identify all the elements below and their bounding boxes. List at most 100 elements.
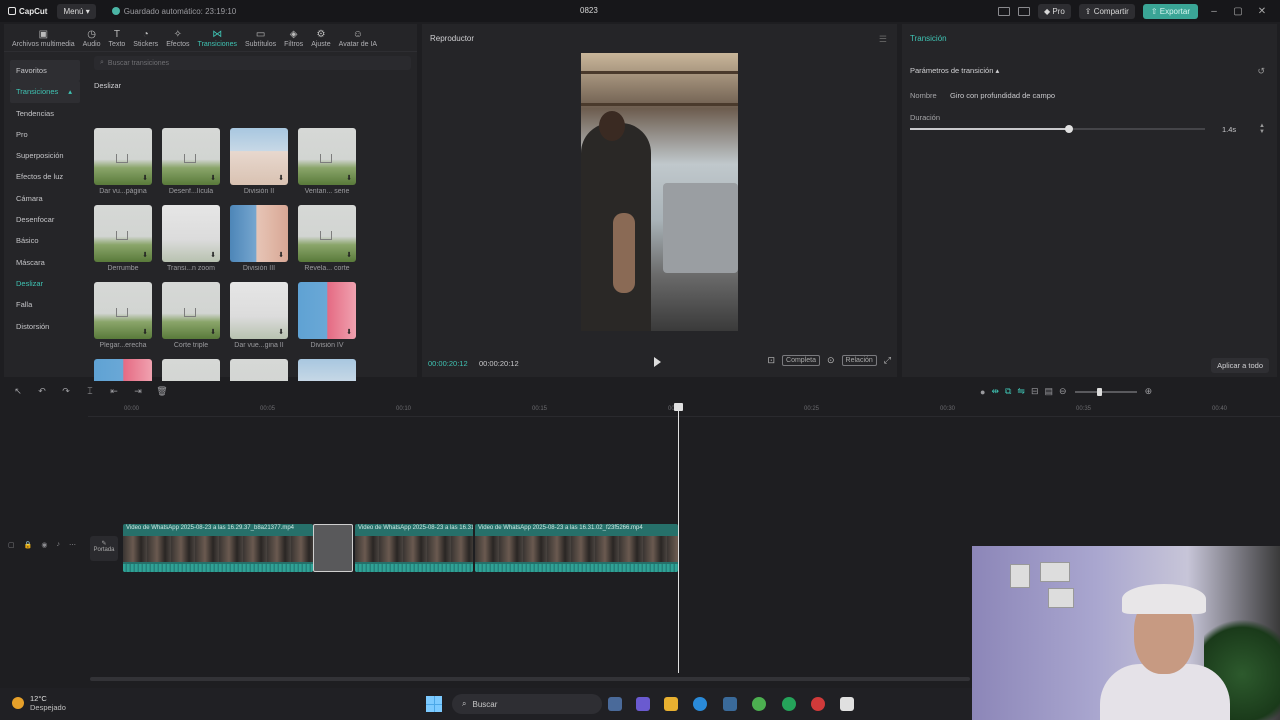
video-clip[interactable]: Video de WhatsApp 2025-08-23 a las 16.31… <box>355 524 473 572</box>
snapshot-icon[interactable]: ⊙ <box>827 355 835 366</box>
category-item[interactable]: Deslizar <box>4 273 86 294</box>
zoom-fit-icon[interactable]: ⊕ <box>1145 386 1153 397</box>
category-item[interactable]: Efectos de luz <box>4 166 86 187</box>
capcut-taskbar-icon[interactable] <box>840 697 854 711</box>
time-ruler[interactable]: 00:0000:0500:1000:1500:2000:2500:3000:35… <box>88 403 1280 417</box>
visibility-icon[interactable]: ◉ <box>41 541 47 549</box>
download-icon[interactable]: ⬇ <box>209 252 217 260</box>
full-quality-button[interactable]: Completa <box>782 355 820 366</box>
playhead[interactable] <box>678 405 679 673</box>
link-icon[interactable]: ⇋ <box>1017 386 1025 397</box>
video-clip[interactable]: Video de WhatsApp 2025-08-23 a las 16.29… <box>123 524 313 572</box>
zoom-slider-knob[interactable] <box>1096 387 1102 396</box>
file-explorer-icon[interactable] <box>664 697 678 711</box>
category-item[interactable]: Favoritos <box>10 60 80 82</box>
app-icon[interactable] <box>811 697 825 711</box>
tab-transition[interactable]: Transición <box>910 34 947 43</box>
maximize-icon[interactable]: ▢ <box>1230 6 1246 17</box>
audio-icon[interactable]: ♪ <box>56 541 60 549</box>
microphone-icon[interactable]: ● <box>980 387 985 397</box>
download-icon[interactable]: ⬇ <box>141 175 149 183</box>
timeline-scrollbar[interactable] <box>90 677 970 681</box>
download-icon[interactable]: ⬇ <box>345 252 353 260</box>
transition-thumbnail[interactable]: ⬇ Ventan... serie <box>298 128 356 205</box>
download-icon[interactable]: ⬇ <box>209 329 217 337</box>
duration-slider[interactable] <box>910 125 1205 133</box>
category-item[interactable]: Desenfocar <box>4 209 86 230</box>
play-button[interactable] <box>654 357 661 367</box>
edge-icon[interactable] <box>693 697 707 711</box>
share-button[interactable]: ⇪ Compartir <box>1078 3 1135 19</box>
split-icon[interactable]: ⌶ <box>80 386 100 397</box>
tab-adjust[interactable]: ⚙ Ajuste <box>307 29 334 51</box>
taskbar-search[interactable]: ⌕ Buscar <box>452 694 602 714</box>
zoom-slider[interactable] <box>1074 387 1137 396</box>
redo-icon[interactable]: ↷ <box>56 386 76 397</box>
video-clip[interactable]: Video de WhatsApp 2025-08-23 a las 16.31… <box>475 524 678 572</box>
duration-value[interactable]: 1.4s <box>1222 125 1236 134</box>
tab-filters[interactable]: ◈ Filtros <box>280 29 307 51</box>
select-tool-icon[interactable]: ↖ <box>8 386 28 397</box>
tab-text[interactable]: T Texto <box>105 29 130 51</box>
transition-thumbnail[interactable]: ⬇ División IV <box>298 282 356 359</box>
store-icon[interactable] <box>723 697 737 711</box>
zoom-out-icon[interactable]: ⊖ <box>1059 386 1067 397</box>
search-input[interactable]: ⌕ Buscar transiciones <box>94 56 411 70</box>
transition-thumbnail[interactable]: ⬇ Corte triple <box>162 282 220 359</box>
category-item[interactable]: Máscara <box>4 252 86 273</box>
transition-thumbnail[interactable]: ⬇ Desenf...lícula <box>162 128 220 205</box>
transition-thumbnail[interactable]: ⬇ Plegar...erecha <box>94 282 152 359</box>
menu-button[interactable]: Menú ▾ <box>57 3 96 19</box>
transition-thumbnail[interactable]: ⬇ División II <box>230 128 288 205</box>
pro-button[interactable]: ◆ Pro <box>1037 3 1071 19</box>
transition-thumbnail[interactable]: ⬇ Dar vue...gina II <box>230 282 288 359</box>
delete-icon[interactable]: 🗑 <box>152 386 172 397</box>
category-item[interactable]: Cámara <box>4 188 86 209</box>
copilot-icon[interactable] <box>636 697 650 711</box>
track-cover-icon[interactable]: ▢ <box>8 541 15 549</box>
download-icon[interactable]: ⬇ <box>209 175 217 183</box>
player-menu-icon[interactable]: ☰ <box>879 34 887 45</box>
download-icon[interactable]: ⬇ <box>345 329 353 337</box>
category-item[interactable]: Superposición <box>4 145 86 166</box>
ratio-button[interactable]: Relación <box>841 355 877 366</box>
cover-button[interactable]: ✎ Portada <box>90 536 118 561</box>
captions-icon[interactable]: ▤ <box>1045 386 1054 397</box>
transition-thumbnail[interactable]: ⬇ Transi...n zoom <box>162 205 220 282</box>
tab-transitions[interactable]: ⋈ Transiciones <box>194 29 241 51</box>
start-icon[interactable] <box>426 696 442 712</box>
reset-icon[interactable]: ↺ <box>1257 66 1265 77</box>
transition-thumbnail[interactable]: ⬇ Dar vu...página <box>94 128 152 205</box>
tab-audio[interactable]: ◷ Audio <box>79 29 105 51</box>
download-icon[interactable]: ⬇ <box>277 329 285 337</box>
category-item[interactable]: Tendencias <box>4 103 86 124</box>
download-icon[interactable]: ⬇ <box>277 252 285 260</box>
chrome-icon[interactable] <box>752 697 766 711</box>
video-preview[interactable] <box>581 53 738 331</box>
close-icon[interactable]: ✕ <box>1254 6 1270 17</box>
more-icon[interactable]: ⋯ <box>69 541 76 549</box>
tab-media[interactable]: ▣ Archivos multimedia <box>8 29 79 51</box>
taskview-icon[interactable] <box>608 697 622 711</box>
duration-slider-knob[interactable] <box>1065 125 1074 133</box>
download-icon[interactable]: ⬇ <box>277 175 285 183</box>
fullscreen-icon[interactable]: ⤢ <box>884 355 891 366</box>
tab-subtitles[interactable]: ▭ Subtítulos <box>241 29 280 51</box>
tab-sticker[interactable]: ◔ Stickers <box>129 29 162 51</box>
auto-snap-icon[interactable]: ⧉ <box>1005 386 1011 397</box>
transition-thumbnail[interactable]: ⬇ Derrumbe <box>94 205 152 282</box>
apply-all-button[interactable]: Aplicar a todo <box>1211 358 1269 373</box>
trim-left-icon[interactable]: ⇤ <box>104 386 124 397</box>
project-title[interactable]: 0823 <box>580 6 598 15</box>
lock-icon[interactable]: 🔒 <box>24 541 33 549</box>
transition-marker[interactable] <box>313 524 353 572</box>
category-item[interactable]: Falla <box>4 294 86 315</box>
crop-icon[interactable]: ⊡ <box>767 355 775 366</box>
layout-icon[interactable] <box>997 6 1010 16</box>
download-icon[interactable]: ⬇ <box>345 175 353 183</box>
duration-stepper[interactable]: ▲ ▼ <box>1259 123 1265 135</box>
minimize-icon[interactable]: – <box>1206 6 1222 17</box>
preview-axis-icon[interactable]: ⊟ <box>1031 386 1039 397</box>
transition-thumbnail[interactable]: ⬇ División III <box>230 205 288 282</box>
weather-widget[interactable]: 12°C Despejado <box>12 694 66 712</box>
